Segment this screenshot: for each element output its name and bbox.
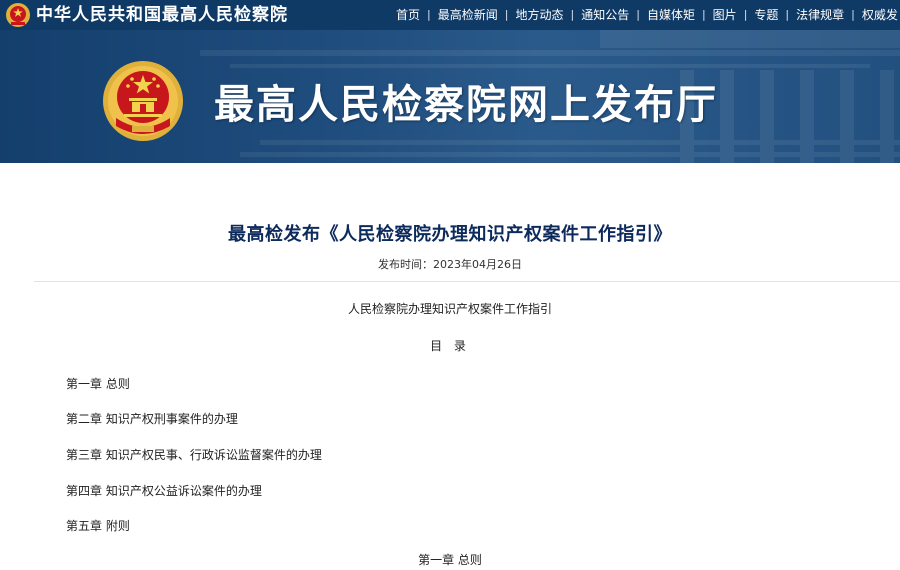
nav-item-media[interactable]: 自媒体矩 <box>640 0 702 30</box>
site-name[interactable]: 中华人民共和国最高人民检察院 <box>36 3 288 27</box>
toc-item-chapter-3: 第三章 知识产权民事、行政诉讼监督案件的办理 <box>66 448 322 462</box>
top-bar: 中华人民共和国最高人民检察院 首页 | 最高检新闻 | 地方动态 | 通知公告 … <box>0 0 900 30</box>
nav-item-news[interactable]: 最高检新闻 <box>431 0 505 30</box>
nav-item-topics[interactable]: 专题 <box>747 0 785 30</box>
toc-item-chapter-2: 第二章 知识产权刑事案件的办理 <box>66 412 238 426</box>
procuratorate-emblem-logo <box>103 61 183 141</box>
nav-item-laws[interactable]: 法律规章 <box>789 0 851 30</box>
banner-title: 最高人民检察院网上发布厅 <box>214 81 718 128</box>
main-nav: 首页 | 最高检新闻 | 地方动态 | 通知公告 | 自媒体矩 | 图片 | 专… <box>389 0 900 30</box>
procuratorate-emblem-icon <box>6 3 30 27</box>
divider <box>34 281 900 282</box>
nav-item-home[interactable]: 首页 <box>389 0 427 30</box>
toc-item-chapter-5: 第五章 附则 <box>66 519 130 533</box>
toc-heading: 目 录 <box>430 339 470 353</box>
nav-item-local-news[interactable]: 地方动态 <box>508 0 570 30</box>
article-title: 最高检发布《人民检察院办理知识产权案件工作指引》 <box>228 224 672 245</box>
toc-item-chapter-1: 第一章 总则 <box>66 377 130 391</box>
toc-item-chapter-4: 第四章 知识产权公益诉讼案件的办理 <box>66 484 262 498</box>
nav-item-authoritative[interactable]: 权威发 <box>855 0 900 30</box>
document-title: 人民检察院办理知识产权案件工作指引 <box>347 302 552 316</box>
chapter-heading: 第一章 总则 <box>418 553 482 567</box>
nav-item-notices[interactable]: 通知公告 <box>574 0 636 30</box>
header-banner: 最高人民检察院网上发布厅 <box>0 30 900 163</box>
publish-date: 发布时间：2023年04月26日 <box>378 258 522 271</box>
nav-item-pictures[interactable]: 图片 <box>706 0 744 30</box>
